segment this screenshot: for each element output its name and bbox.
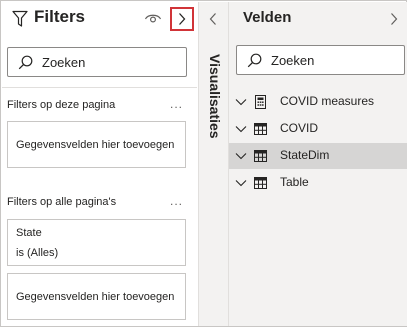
- table-icon: [254, 150, 267, 162]
- chevron-down-icon[interactable]: [235, 152, 247, 160]
- fields-pane: Velden Zoeken COVID measures COVID State…: [228, 2, 407, 326]
- chevron-right-icon: [179, 13, 186, 25]
- fields-search-input[interactable]: Zoeken: [236, 45, 405, 75]
- filters-search-input[interactable]: Zoeken: [7, 47, 187, 77]
- filters-title: Filters: [34, 7, 86, 26]
- field-table-label: StateDim: [280, 148, 330, 162]
- filters-search-placeholder: Zoeken: [42, 55, 86, 70]
- eye-icon[interactable]: [144, 11, 162, 25]
- state-filter-card[interactable]: State is (Alles): [7, 219, 186, 266]
- filters-header: Filters: [2, 2, 197, 38]
- all-pages-filters-drop-label: Gegevensvelden hier toevoegen: [16, 291, 175, 303]
- table-icon: [254, 123, 267, 135]
- search-icon: [18, 55, 33, 70]
- divider: [2, 87, 197, 88]
- chevron-down-icon[interactable]: [235, 98, 247, 106]
- page-filters-drop-well[interactable]: Gegevensvelden hier toevoegen: [7, 121, 186, 168]
- filter-funnel-icon: [12, 10, 28, 27]
- fields-search-placeholder: Zoeken: [271, 53, 315, 68]
- field-table-table[interactable]: Table: [229, 170, 407, 196]
- visualizations-label-text: Visualisaties: [207, 54, 223, 139]
- calculator-icon: [255, 95, 266, 109]
- filters-pane: Filters Zoeken Filters op deze pagina ..…: [2, 2, 197, 326]
- field-table-label: Table: [280, 175, 309, 189]
- report-side-panes: Filters Zoeken Filters op deze pagina ..…: [0, 0, 407, 327]
- all-pages-filters-section-title: Filters op alle pagina's: [7, 196, 117, 208]
- chevron-right-icon[interactable]: [389, 12, 399, 26]
- search-icon: [247, 53, 262, 68]
- page-filters-drop-label: Gegevensvelden hier toevoegen: [16, 139, 175, 151]
- all-pages-filters-more-button[interactable]: ...: [170, 194, 183, 208]
- filter-card-field: State: [16, 227, 42, 239]
- all-pages-filters-drop-well[interactable]: Gegevensvelden hier toevoegen: [7, 273, 186, 320]
- chevron-down-icon[interactable]: [235, 125, 247, 133]
- visualizations-label: Visualisaties: [203, 54, 225, 164]
- field-table-covid[interactable]: COVID: [229, 116, 407, 142]
- table-icon: [254, 177, 267, 189]
- chevron-down-icon[interactable]: [235, 179, 247, 187]
- field-table-label: COVID: [280, 121, 319, 135]
- fields-title: Velden: [243, 9, 292, 26]
- page-filters-more-button[interactable]: ...: [170, 97, 183, 111]
- page-filters-section-title: Filters op deze pagina: [7, 99, 116, 111]
- field-table-covid-measures[interactable]: COVID measures: [229, 89, 407, 115]
- field-table-statedim[interactable]: StateDim: [229, 143, 407, 169]
- chevron-left-icon[interactable]: [208, 12, 218, 26]
- collapse-filters-button[interactable]: [170, 7, 194, 31]
- visualizations-pane-collapsed[interactable]: Visualisaties: [198, 2, 228, 326]
- field-table-label: COVID measures: [280, 94, 375, 108]
- filter-card-condition: is (Alles): [16, 247, 59, 259]
